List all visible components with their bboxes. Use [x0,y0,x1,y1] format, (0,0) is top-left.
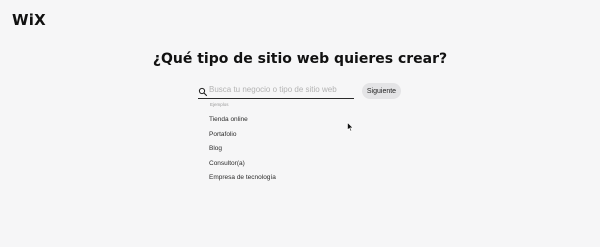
suggestion-list: Tienda online Portafolio Blog Consultor(… [209,114,276,187]
next-button[interactable]: Siguiente [362,83,401,99]
search-input[interactable] [209,82,352,96]
search-field[interactable] [198,82,354,99]
suggestion-item[interactable]: Consultor(a) [209,158,276,173]
search-icon [198,84,208,97]
suggestion-item[interactable]: Blog [209,143,276,158]
suggestion-item[interactable]: Portafolio [209,129,276,144]
examples-label: Ejemplos [210,102,229,107]
page-title: ¿Qué tipo de sitio web quieres crear? [152,51,448,67]
suggestion-item[interactable]: Tienda online [209,114,276,129]
mouse-pointer-icon [347,119,354,132]
suggestion-item[interactable]: Empresa de tecnología [209,172,276,187]
wix-logo[interactable]: WiX [12,13,46,28]
